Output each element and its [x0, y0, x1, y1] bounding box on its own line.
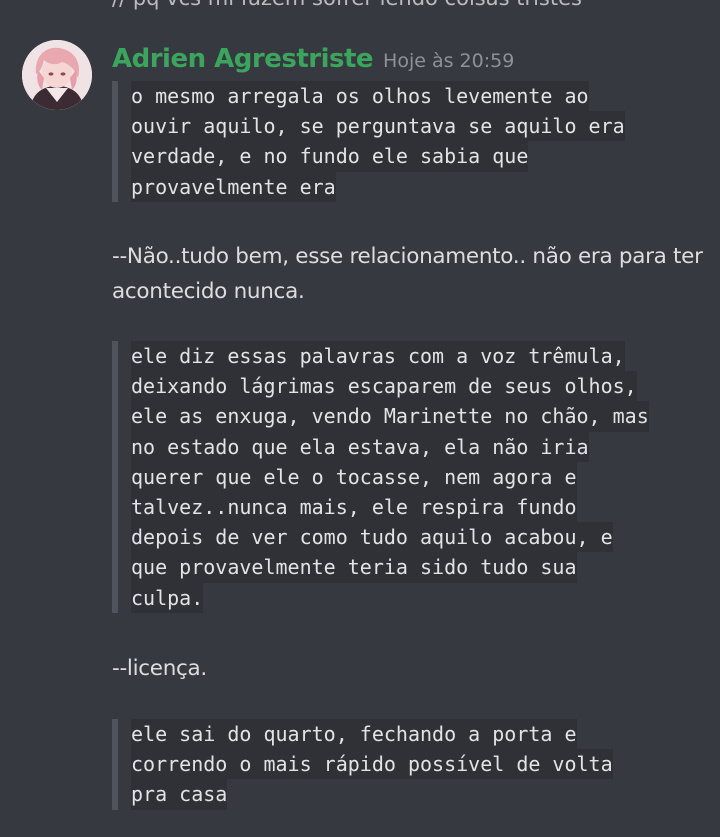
quote-line: querer que ele o tocasse, nem agora e	[131, 461, 577, 492]
quote-line: ele sai do quarto, fechando a porta e	[131, 719, 577, 750]
user-avatar[interactable]	[22, 40, 92, 110]
quote-text: ele sai do quarto, fechando a porta e cor…	[131, 719, 613, 810]
quote-line: ele as enxuga, vendo Marinette no chão, …	[131, 401, 649, 432]
quote-line: provavelmente era	[131, 171, 336, 202]
quote-line: pra casa	[131, 779, 228, 810]
username[interactable]: Adrien Agrestriste	[112, 44, 374, 74]
quote-line: depois de ver como tudo aquilo acabou, e	[131, 522, 613, 553]
quote-line: o mesmo arregala os olhos levemente ao	[131, 81, 589, 112]
message-header: Adrien Agrestriste Hoje às 20:59	[112, 44, 514, 74]
quote-line: talvez..nunca mais, ele respira fundo	[131, 492, 577, 523]
previous-message-text: // pq vcs mi fazem sofrer lendo coisas t…	[112, 0, 582, 10]
timestamp[interactable]: Hoje às 20:59	[383, 50, 514, 72]
quote-line: correndo o mais rápido possível de volta	[131, 749, 613, 780]
quote-line: ele diz essas palavras com a voz trêmula…	[131, 341, 625, 372]
quote-line: verdade, e no fundo ele sabia que	[131, 141, 529, 172]
quote-line: deixando lágrimas escaparem de seus olho…	[131, 371, 637, 402]
message-line: --Não..tudo bem, esse relacionamento.. n…	[112, 244, 703, 304]
quote-line: culpa.	[131, 582, 204, 613]
quote-line: no estado que ela estava, ela não iria	[131, 431, 589, 462]
anime-avatar-icon	[22, 40, 92, 110]
blockquote-1: o mesmo arregala os olhos levemente ao ou…	[112, 81, 625, 202]
blockquote-2: ele diz essas palavras com a voz trêmula…	[112, 341, 649, 613]
blockquote-3: ele sai do quarto, fechando a porta e cor…	[112, 719, 613, 810]
quote-line: que provavelmente teria sido tudo sua	[131, 552, 577, 583]
message-line: --licença.	[112, 656, 207, 681]
quote-text: o mesmo arregala os olhos levemente ao ou…	[131, 81, 625, 202]
quote-text: ele diz essas palavras com a voz trêmula…	[131, 341, 649, 613]
quote-line: ouvir aquilo, se perguntava se aquilo er…	[131, 111, 625, 142]
